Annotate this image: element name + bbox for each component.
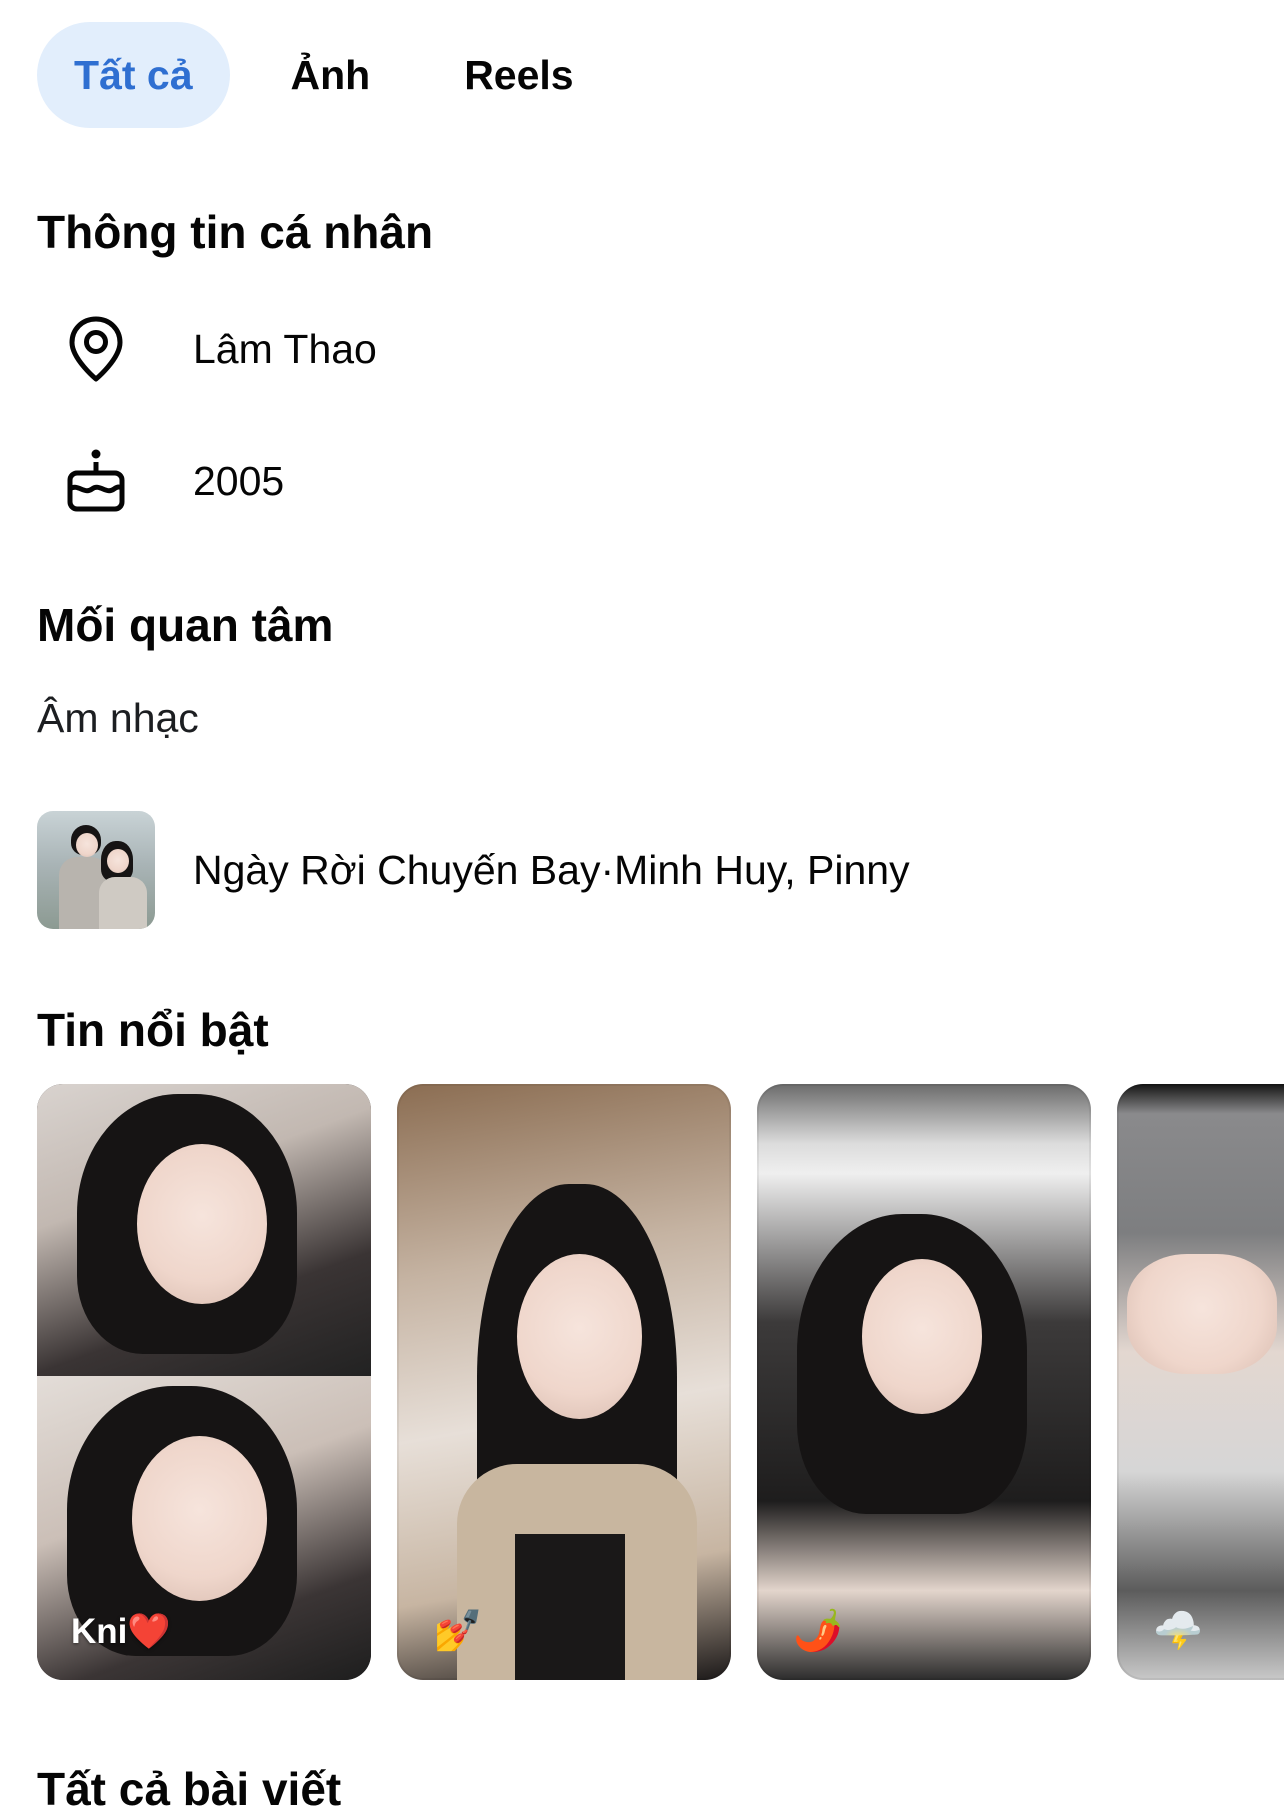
interests-heading: Mối quan tâm <box>37 599 334 651</box>
birth-year-row: 2005 <box>37 444 284 518</box>
highlight-card[interactable]: 🌩️ <box>1117 1084 1284 1680</box>
music-item[interactable]: Ngày Rời Chuyến Bay·Minh Huy, Pinny <box>37 811 910 929</box>
song-thumbnail <box>37 811 155 929</box>
location-pin-icon <box>37 315 155 383</box>
birth-year-text: 2005 <box>193 457 285 504</box>
tab-all[interactable]: Tất cả <box>37 22 230 128</box>
interest-category-music: Âm nhạc <box>37 695 199 741</box>
highlights-heading: Tin nổi bật <box>37 1004 269 1056</box>
highlight-card[interactable]: Kni❤️ <box>37 1084 371 1680</box>
location-text: Lâm Thao <box>193 325 377 372</box>
highlight-emoji: 🌶️ <box>793 1609 843 1653</box>
filter-tabs: Tất cả Ảnh Reels <box>37 22 611 128</box>
highlight-card[interactable]: 💅 <box>397 1084 731 1680</box>
highlight-emoji: 🌩️ <box>1153 1609 1203 1653</box>
highlight-card[interactable]: 🌶️ <box>757 1084 1091 1680</box>
all-posts-heading: Tất cả bài viết <box>37 1763 342 1815</box>
personal-info-heading: Thông tin cá nhân <box>37 206 434 258</box>
highlights-carousel: Kni❤️ 💅 🌶️ 🌩️ <box>37 1084 1284 1680</box>
tab-photos[interactable]: Ảnh <box>254 22 408 128</box>
highlight-label: Kni❤️ <box>71 1612 171 1651</box>
song-title: Ngày Rời Chuyến Bay·Minh Huy, Pinny <box>193 846 910 893</box>
birthday-cake-icon <box>37 447 155 515</box>
tab-reels[interactable]: Reels <box>427 22 610 128</box>
highlight-emoji: 💅 <box>433 1609 483 1653</box>
location-row: Lâm Thao <box>37 312 377 386</box>
story-photo <box>37 1084 371 1376</box>
